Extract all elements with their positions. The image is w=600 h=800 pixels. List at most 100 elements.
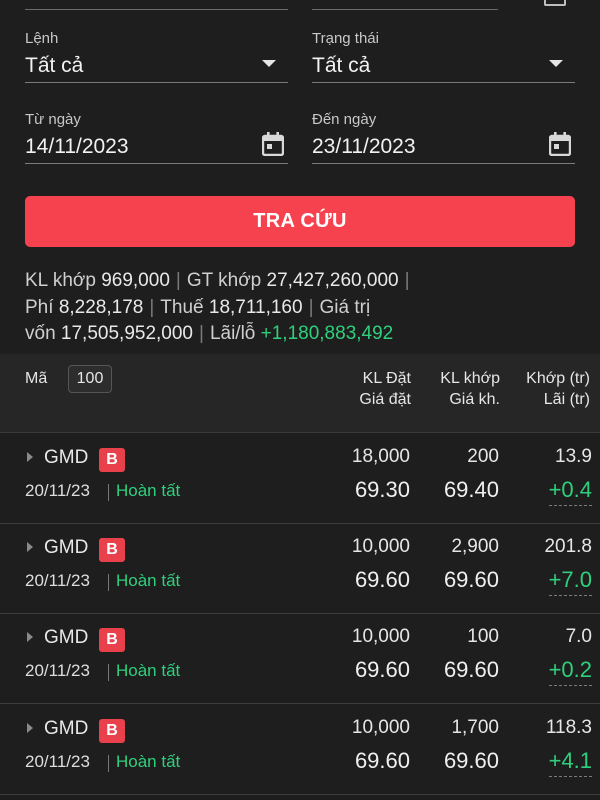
profit-loss-label: Lãi/lỗ	[209, 323, 256, 344]
table-row[interactable]: GMD B 20/11/23 Hoàn tất 10,000 69.60 2,9…	[0, 523, 600, 614]
order-price-header-bottom: Giá đặt	[359, 391, 411, 408]
order-type-label: Lệnh	[25, 30, 59, 47]
from-date-underline	[25, 163, 288, 164]
tax-label: Thuế	[160, 296, 204, 318]
match-value-column-header: Khớp (tr) Lãi (tr)	[526, 368, 590, 410]
row-profit: +0.4	[548, 477, 592, 506]
divider	[108, 484, 109, 501]
divider	[108, 664, 109, 681]
caret-down-icon[interactable]	[549, 60, 563, 67]
row-order-price: 69.60	[354, 657, 410, 682]
row-match-price: 69.60	[443, 748, 499, 773]
caret-down-icon[interactable]	[262, 60, 276, 67]
top-field-icon[interactable]	[544, 0, 566, 6]
divider: |	[175, 270, 181, 291]
row-order-qty: 10,000	[351, 536, 410, 557]
row-match-price: 69.60	[443, 567, 499, 592]
row-status: Hoàn tất	[116, 571, 181, 590]
row-status: Hoàn tất	[116, 481, 181, 500]
order-qty-header-top: KL Đặt	[362, 370, 411, 387]
to-date-value: 23/11/2023	[312, 135, 416, 158]
row-symbol: GMD	[44, 447, 89, 468]
matched-volume-value: 969,000	[101, 270, 170, 291]
top-field-left-underline	[25, 0, 288, 10]
row-match-value: 7.0	[565, 626, 592, 647]
match-value-header-top: Khớp (tr)	[526, 370, 590, 387]
profit-loss-value: +1,180,883,492	[260, 323, 394, 344]
row-symbol: GMD	[44, 718, 89, 739]
row-match-value: 118.3	[545, 717, 592, 738]
row-profit: +4.1	[548, 748, 592, 777]
row-order-price: 69.30	[354, 477, 410, 502]
fee-value: 8,228,178	[58, 296, 144, 318]
fee-label: Phí	[25, 296, 54, 318]
to-date-underline	[312, 163, 575, 164]
order-type-value: Tất cả	[25, 54, 84, 77]
order-type-underline	[25, 82, 288, 83]
row-order-price: 69.60	[354, 567, 410, 592]
order-type-select[interactable]: Lệnh Tất cả	[25, 30, 288, 83]
status-select[interactable]: Trạng thái Tất cả	[312, 30, 575, 83]
triangle-right-icon[interactable]	[27, 723, 33, 733]
from-date-value: 14/11/2023	[25, 135, 129, 158]
table-row[interactable]: GMD B 20/11/23 Hoàn tất 10,000 69.60 1,7…	[0, 704, 600, 795]
row-match-qty: 200	[467, 446, 499, 467]
divider: |	[199, 323, 204, 344]
divider: |	[149, 296, 155, 318]
matched-value-value: 27,427,260,000	[266, 270, 399, 291]
match-qty-column-header: KL khớp Giá kh.	[440, 368, 500, 410]
search-button[interactable]: TRA CỨU	[25, 196, 575, 247]
side-badge: B	[99, 448, 125, 472]
row-date: 20/11/23	[25, 481, 90, 500]
row-date: 20/11/23	[25, 571, 90, 590]
triangle-right-icon[interactable]	[27, 542, 33, 552]
status-value: Tất cả	[312, 54, 371, 77]
triangle-right-icon[interactable]	[27, 452, 33, 462]
top-field-right-underline	[312, 0, 498, 10]
row-date: 20/11/23	[25, 661, 90, 680]
row-date: 20/11/23	[25, 752, 90, 771]
capital-label-part2: vốn	[25, 323, 56, 344]
table-row[interactable]: GMD B 20/11/23 Hoàn tất 18,000 69.30 200…	[0, 433, 600, 524]
status-underline	[312, 82, 575, 83]
to-date-field[interactable]: Đến ngày 23/11/2023	[312, 111, 575, 164]
row-profit: +7.0	[548, 567, 592, 596]
divider: |	[404, 270, 410, 291]
match-qty-header-top: KL khớp	[440, 370, 500, 387]
row-match-qty: 2,900	[451, 536, 499, 557]
row-order-qty: 10,000	[351, 626, 410, 647]
order-qty-column-header: KL Đặt Giá đặt	[359, 368, 411, 410]
from-date-label: Từ ngày	[25, 111, 81, 128]
row-match-price: 69.40	[443, 477, 499, 502]
row-symbol: GMD	[44, 627, 89, 648]
row-status: Hoàn tất	[116, 661, 181, 680]
to-date-label: Đến ngày	[312, 111, 377, 128]
match-price-header-bottom: Giá kh.	[449, 391, 500, 408]
row-match-qty: 1,700	[451, 717, 499, 738]
table-header: Mã 100 KL Đặt Giá đặt KL khớp Giá kh. Kh…	[0, 354, 600, 433]
row-order-qty: 18,000	[351, 446, 410, 467]
triangle-right-icon[interactable]	[27, 632, 33, 642]
row-match-price: 69.60	[443, 657, 499, 682]
page-size-selector[interactable]: 100	[68, 365, 112, 393]
row-match-value: 13.9	[555, 446, 592, 467]
side-badge: B	[99, 628, 125, 652]
summary-block: KL khớp 969,000 | GT khớp 27,427,260,000 | …	[25, 268, 580, 348]
calendar-icon[interactable]	[549, 132, 571, 156]
tax-value: 18,711,160	[208, 296, 303, 318]
side-badge: B	[99, 719, 125, 743]
divider: |	[308, 296, 314, 318]
row-status: Hoàn tất	[116, 752, 181, 771]
from-date-field[interactable]: Từ ngày 14/11/2023	[25, 111, 288, 164]
row-order-qty: 10,000	[351, 717, 410, 738]
divider	[108, 574, 109, 591]
symbol-column-header: Mã	[25, 370, 48, 387]
status-label: Trạng thái	[312, 30, 379, 47]
row-symbol: GMD	[44, 537, 89, 558]
table-row[interactable]: GMD B 20/11/23 Hoàn tất 10,000 69.60 100…	[0, 613, 600, 704]
capital-label-part1: Giá trị	[319, 296, 371, 318]
divider	[108, 755, 109, 772]
row-profit: +0.2	[548, 657, 592, 686]
row-order-price: 69.60	[354, 748, 410, 773]
calendar-icon[interactable]	[262, 132, 284, 156]
